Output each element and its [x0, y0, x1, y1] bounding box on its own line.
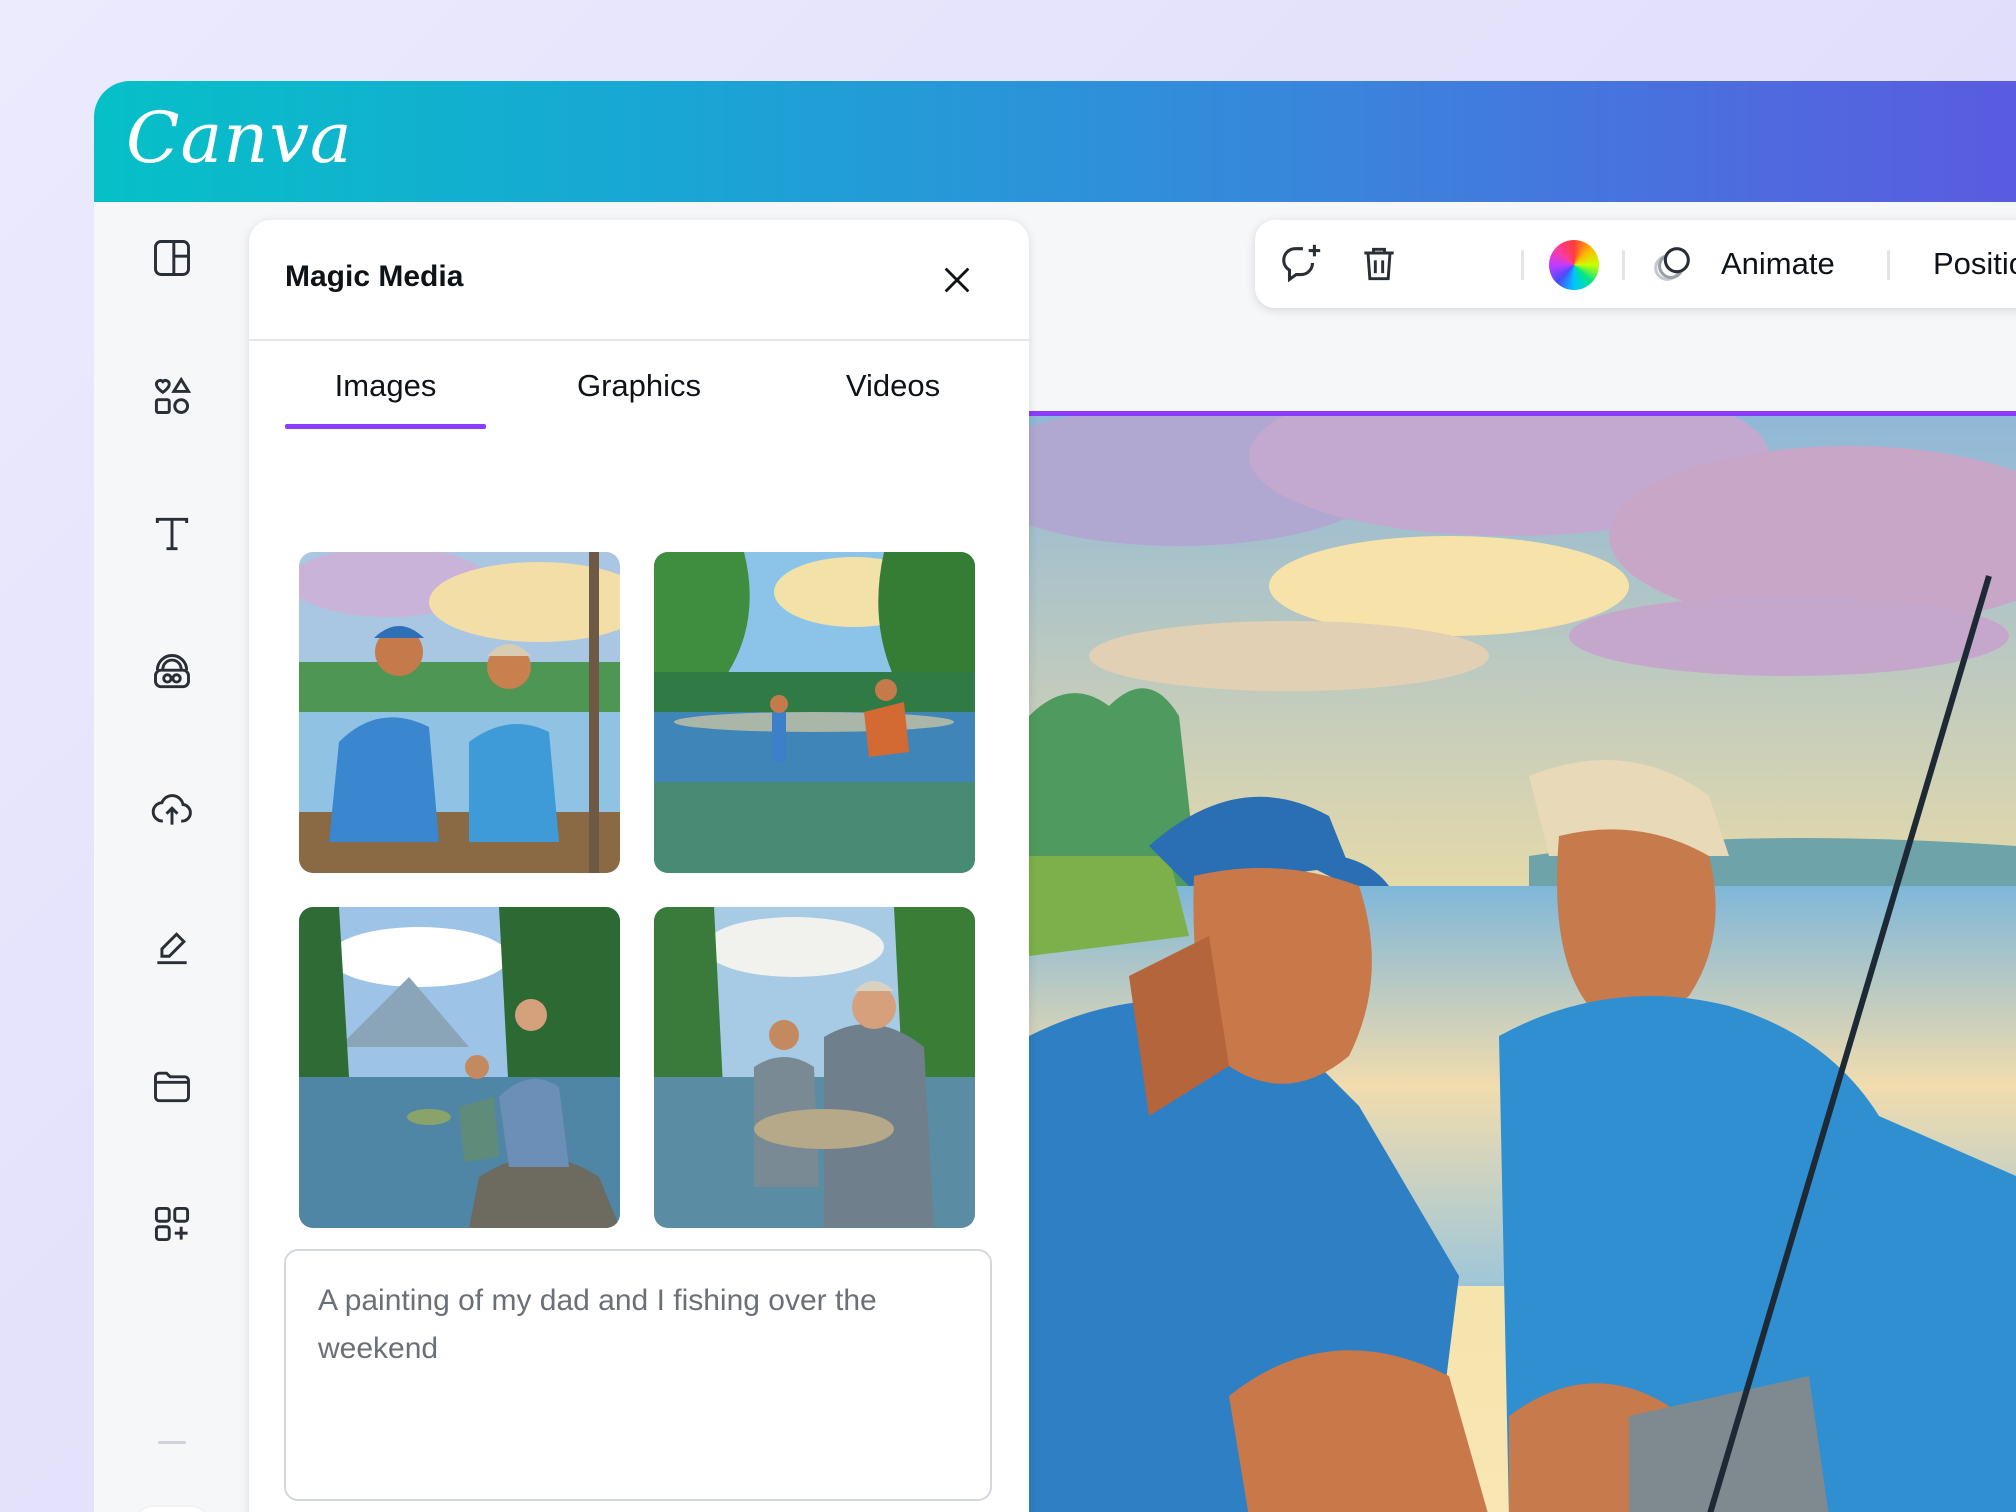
brand-icon: [154, 654, 190, 689]
folder-icon: [154, 1071, 190, 1103]
animate-icon[interactable]: [1649, 240, 1697, 288]
toolbar-separator: [1521, 250, 1524, 280]
toolbar-separator: [1887, 250, 1890, 280]
text-icon: [155, 517, 189, 551]
toolbar-separator: [1622, 250, 1625, 280]
layout-icon: [154, 240, 190, 276]
color-wheel-icon[interactable]: [1549, 240, 1599, 290]
context-toolbar: Animate Position: [1255, 220, 2016, 308]
app-window: Canva Animate Positi Magic Media Images …: [94, 81, 2016, 1512]
magic-media-button[interactable]: [138, 1507, 206, 1512]
upload-icon: [151, 794, 192, 825]
add-comment-icon: [1282, 244, 1321, 283]
rail-item-elements[interactable]: [146, 370, 198, 422]
generated-image-3[interactable]: [299, 907, 620, 1228]
animate-button[interactable]: Animate: [1721, 246, 1835, 282]
canvas-image[interactable]: [1029, 416, 2016, 1512]
draw-icon: [157, 932, 187, 965]
rail-item-design[interactable]: [146, 232, 198, 284]
panel-divider: [249, 339, 1029, 341]
add-comment-button[interactable]: [1277, 240, 1325, 288]
rail-item-draw[interactable]: [146, 922, 198, 974]
circles-icon: [1654, 247, 1690, 281]
rail-item-apps[interactable]: [146, 1198, 198, 1250]
rail-item-text[interactable]: [146, 508, 198, 560]
close-icon: [944, 267, 970, 293]
active-tab-indicator: [285, 424, 486, 429]
delete-button[interactable]: [1355, 240, 1403, 288]
top-bar: Canva: [94, 81, 2016, 202]
tab-images[interactable]: Images: [285, 368, 486, 404]
prompt-input[interactable]: A painting of my dad and I fishing over …: [284, 1249, 992, 1501]
rail-item-projects[interactable]: [146, 1060, 198, 1112]
design-canvas[interactable]: [1029, 411, 2016, 1512]
apps-icon: [154, 1206, 190, 1242]
close-panel-button[interactable]: [935, 258, 979, 302]
tab-videos[interactable]: Videos: [793, 368, 993, 404]
generated-image-4[interactable]: [654, 907, 975, 1228]
rail-item-brand[interactable]: [146, 646, 198, 698]
trash-icon: [1364, 247, 1394, 281]
side-rail: [94, 202, 249, 1512]
canva-logo[interactable]: Canva: [126, 97, 353, 179]
rail-divider: [158, 1441, 186, 1444]
rail-item-uploads[interactable]: [146, 784, 198, 836]
panel-title: Magic Media: [285, 260, 464, 293]
generated-image-1[interactable]: [299, 552, 620, 873]
generated-image-2[interactable]: [654, 552, 975, 873]
tab-graphics[interactable]: Graphics: [539, 368, 739, 404]
position-button[interactable]: Position: [1933, 246, 2016, 282]
elements-icon: [154, 376, 192, 414]
prompt-text[interactable]: A painting of my dad and I fishing over …: [318, 1277, 958, 1373]
magic-media-panel: Magic Media Images Graphics Videos A pai…: [249, 220, 1029, 1512]
